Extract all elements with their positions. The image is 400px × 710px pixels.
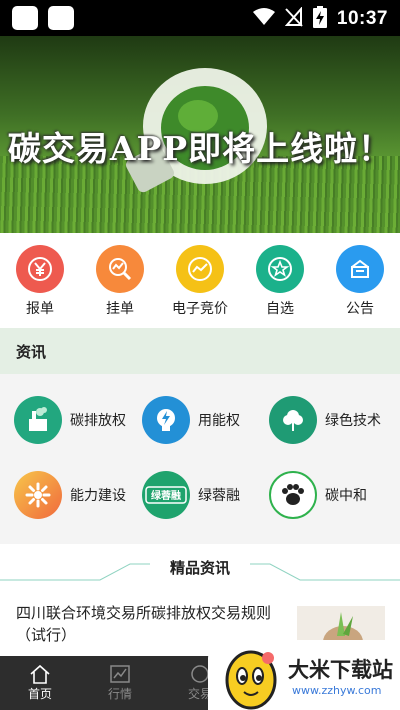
category-label: 绿蓉融 (198, 488, 240, 504)
quick-nav-item-listing[interactable]: 挂单 (80, 233, 160, 328)
category-label: 碳排放权 (70, 413, 126, 429)
trend-icon (176, 245, 224, 293)
paw-icon (269, 471, 317, 519)
quick-nav-item-bidding[interactable]: 电子竞价 (160, 233, 240, 328)
market-chart-icon (110, 665, 130, 683)
category-label: 用能权 (198, 413, 240, 429)
banner-title: 碳交易APP即将上线啦！ (7, 129, 393, 168)
wifi-icon (252, 8, 275, 30)
category-green-tech[interactable]: 绿色技术 (269, 396, 381, 444)
star-icon (256, 245, 304, 293)
tree-icon (269, 396, 317, 444)
battery-charging-icon (312, 6, 327, 32)
quick-nav-label: 报单 (26, 301, 54, 317)
green-finance-icon: 绿蓉融 (142, 471, 190, 519)
tab-market[interactable]: 行情 (80, 656, 160, 710)
flower-icon (14, 471, 62, 519)
watermark-url: www.zzhyw.com (292, 684, 382, 697)
quick-nav-label: 公告 (346, 301, 374, 317)
notification-icon (48, 6, 74, 30)
featured-title-row: 精品资讯 (0, 552, 400, 582)
tab-home[interactable]: 首页 (0, 656, 80, 710)
notification-icon (12, 6, 38, 30)
category-capacity-building[interactable]: 能力建设 (14, 471, 126, 519)
quick-nav-label: 电子竞价 (172, 301, 228, 317)
chart-search-icon (96, 245, 144, 293)
notification-icons (12, 6, 74, 30)
promo-banner[interactable]: 碳交易APP即将上线啦！ (0, 36, 400, 233)
watermark-name: 大米下载站 (288, 658, 393, 682)
clock: 10:37 (336, 8, 388, 29)
status-bar: 10:37 (0, 0, 400, 36)
tab-label: 行情 (107, 687, 132, 701)
no-signal-icon (284, 6, 303, 31)
section-title: 资讯 (16, 343, 47, 361)
home-icon (30, 664, 50, 684)
category-label: 能力建设 (70, 488, 126, 504)
green-finance-icon-text: 绿蓉融 (151, 489, 181, 502)
quick-nav-item-announcements[interactable]: 公告 (320, 233, 400, 328)
quick-nav-item-favorites[interactable]: 自选 (240, 233, 320, 328)
category-carbon-neutral[interactable]: 碳中和 (269, 471, 367, 519)
category-energy-right[interactable]: 用能权 (142, 396, 240, 444)
quick-nav: 报单 挂单 电子竞价 自选 公告 (0, 233, 400, 328)
factory-icon (14, 396, 62, 444)
quick-nav-label: 挂单 (106, 301, 134, 317)
category-carbon-emission[interactable]: 碳排放权 (14, 396, 126, 444)
category-label: 碳中和 (325, 488, 367, 504)
quick-nav-label: 自选 (266, 301, 294, 317)
quick-nav-item-order[interactable]: 报单 (0, 233, 80, 328)
featured-title: 精品资讯 (169, 559, 230, 577)
site-watermark: 大米下载站 www.zzhyw.com (208, 640, 400, 710)
energy-bolt-icon (142, 396, 190, 444)
tab-label: 首页 (27, 687, 52, 701)
category-label: 绿色技术 (325, 413, 381, 429)
category-grid: 碳排放权 用能权 绿色技术 能力建设 绿蓉融 绿蓉融 碳中和 (0, 374, 400, 544)
egg-mascot-icon (225, 650, 277, 710)
yuan-icon (16, 245, 64, 293)
section-header-news: 资讯 (0, 328, 400, 374)
store-icon (336, 245, 384, 293)
category-green-finance[interactable]: 绿蓉融 绿蓉融 (142, 471, 240, 519)
